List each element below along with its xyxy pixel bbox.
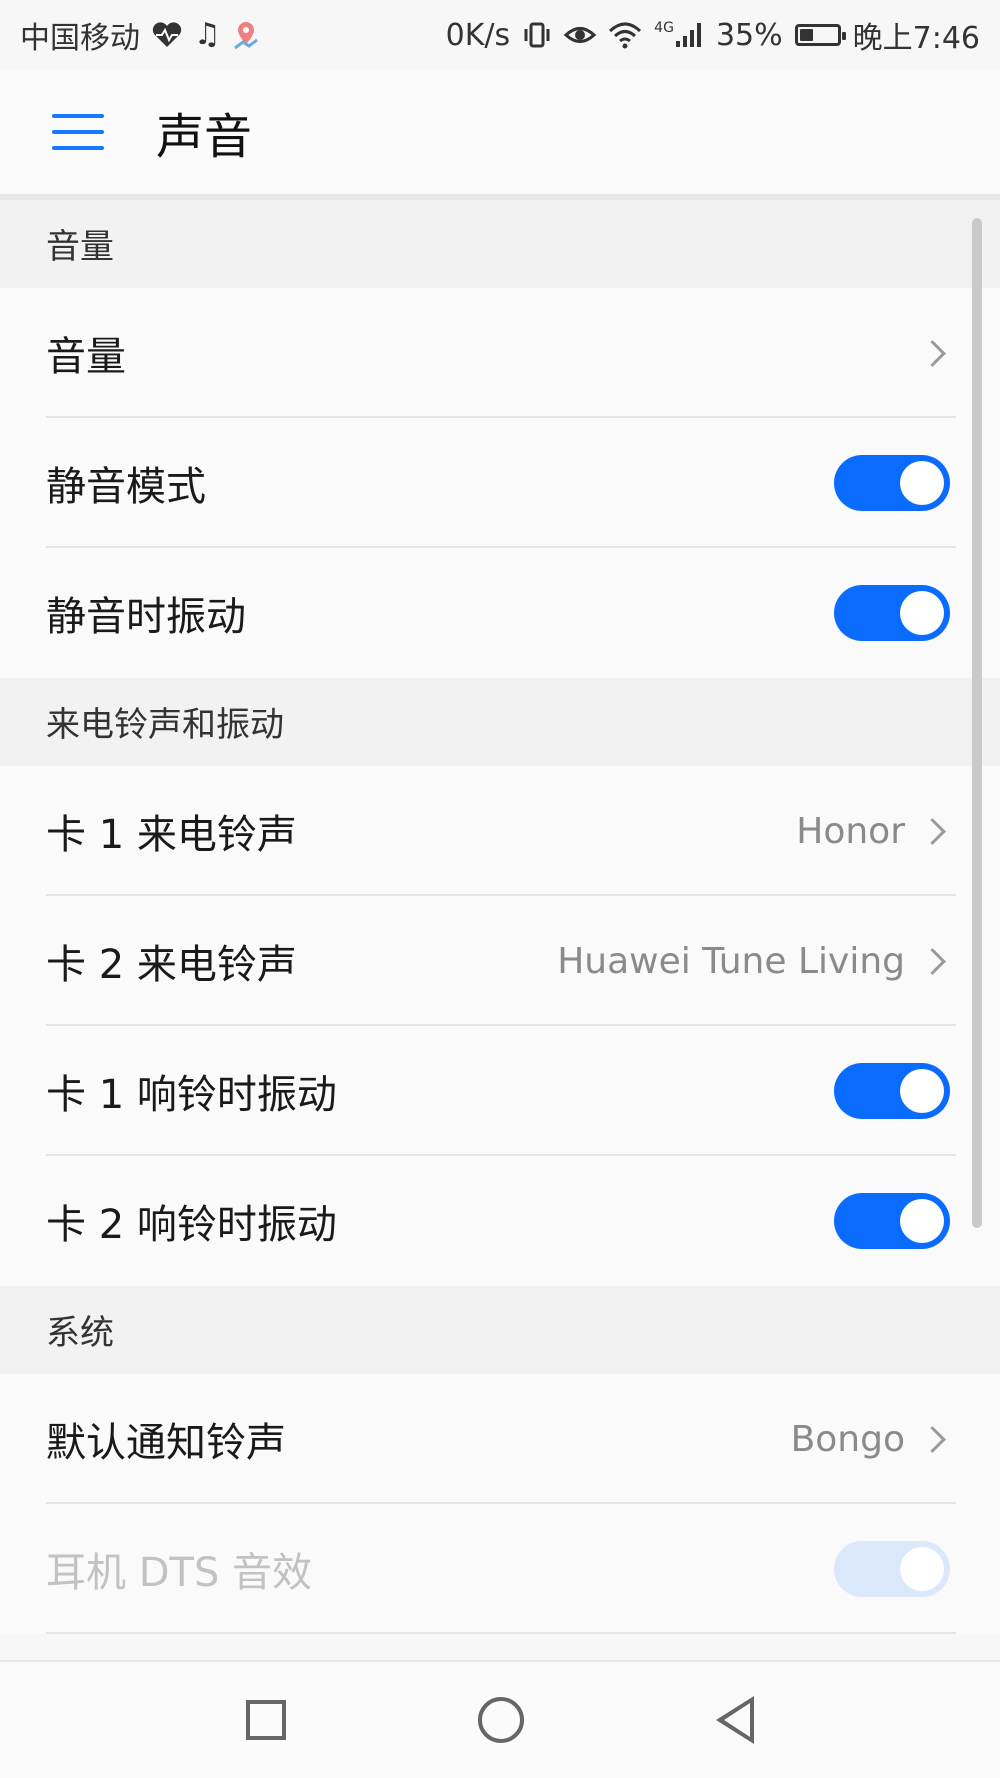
heartbeat-icon [152,22,182,48]
chevron-right-icon [919,1425,946,1453]
divider [46,1632,956,1634]
row-label: 默认通知铃声 [46,1420,286,1466]
section-header-ringtone: 来电铃声和振动 [0,678,1000,766]
row-sim1-vibrate: 卡 1 响铃时振动 [0,1026,1000,1156]
notification-sound-value: Bongo [790,1418,905,1460]
row-label: 静音时振动 [46,594,246,640]
network-speed: 0K/s [445,17,511,53]
row-dts-effect: 耳机 DTS 音效 [0,1504,1000,1634]
chevron-right-icon [919,817,946,845]
signal-icon: 4G [654,21,704,49]
row-label: 卡 1 响铃时振动 [46,1072,337,1118]
chevron-right-icon [919,947,946,975]
status-bar: 中国移动 ♫ 0K/s 4G 35% 晚上7:46 [0,0,1000,70]
chevron-right-icon [919,339,946,367]
menu-icon[interactable] [52,114,104,150]
row-volume[interactable]: 音量 [0,288,1000,418]
battery-icon [794,24,846,46]
recents-button[interactable] [246,1700,286,1740]
dts-effect-toggle [834,1541,950,1597]
navigation-bar [0,1660,1000,1778]
clock: 晚上7:46 [852,21,980,56]
map-icon [233,20,259,50]
vibrate-icon [522,20,552,50]
row-vibrate-when-silent: 静音时振动 [0,548,1000,678]
vibrate-when-silent-toggle[interactable] [834,585,950,641]
scrollbar[interactable] [972,218,982,1228]
row-label: 耳机 DTS 音效 [46,1550,313,1596]
music-note-icon: ♫ [194,17,221,52]
settings-list: 音量 音量 静音模式 静音时振动 来电铃声和振动 卡 1 来电铃声 Honor … [0,200,1000,1634]
app-bar: 声音 [0,70,1000,194]
row-sim1-ringtone[interactable]: 卡 1 来电铃声 Honor [0,766,1000,896]
sim2-vibrate-toggle[interactable] [834,1193,950,1249]
wifi-icon [608,21,642,49]
row-label: 音量 [46,334,126,380]
section-header-system: 系统 [0,1286,1000,1374]
sim2-ringtone-value: Huawei Tune Living [557,940,905,982]
row-label: 卡 2 来电铃声 [46,942,297,988]
row-sim2-vibrate: 卡 2 响铃时振动 [0,1156,1000,1286]
sim1-ringtone-value: Honor [796,810,905,852]
row-sim2-ringtone[interactable]: 卡 2 来电铃声 Huawei Tune Living [0,896,1000,1026]
silent-mode-toggle[interactable] [834,455,950,511]
network-type: 4G [654,20,674,36]
carrier-label: 中国移动 [20,21,140,56]
back-button[interactable] [716,1696,754,1744]
battery-percent: 35% [715,17,783,53]
home-button[interactable] [478,1697,524,1743]
row-label: 卡 1 来电铃声 [46,812,297,858]
row-silent-mode: 静音模式 [0,418,1000,548]
sim1-vibrate-toggle[interactable] [834,1063,950,1119]
row-notification-sound[interactable]: 默认通知铃声 Bongo [0,1374,1000,1504]
row-label: 静音模式 [46,464,206,510]
eye-icon [564,22,597,48]
page-title: 声音 [156,109,253,165]
row-label: 卡 2 响铃时振动 [46,1202,337,1248]
section-header-volume: 音量 [0,200,1000,288]
